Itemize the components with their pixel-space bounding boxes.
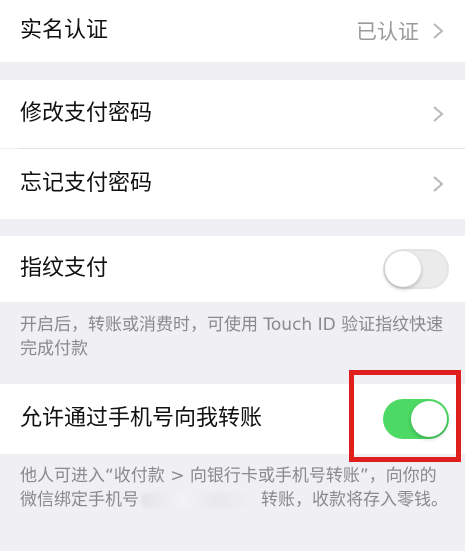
chevron-right-icon [433,176,444,192]
fingerprint-label: 指纹支付 [20,256,109,281]
phone-transfer-description-end: 转账，收款将存入零钱。 [261,490,448,510]
forgot-password-right [429,172,447,196]
redacted-phone-number [141,492,259,508]
fingerprint-toggle[interactable] [383,249,449,289]
change-password-right [429,102,447,126]
fingerprint-row: 指纹支付 [0,236,465,302]
chevron-right-icon [433,106,444,122]
phone-transfer-description: 他人可进入“收付款 > 向银行卡或手机号转账”，向你的微信绑定手机号 转账，收款将… [20,464,450,512]
toggle-knob [385,251,421,287]
real-name-row[interactable]: 实名认证 已认证 [0,0,465,62]
chevron-right-icon [433,23,444,39]
real-name-status: 已认证 [356,20,419,44]
change-password-label: 修改支付密码 [20,101,153,126]
forgot-password-row[interactable]: 忘记支付密码 [0,149,465,219]
fingerprint-description: 开启后，转账或消费时，可使用 Touch ID 验证指纹快速完成付款 [20,315,444,359]
highlight-annotation-box [349,370,461,462]
forgot-password-label: 忘记支付密码 [20,171,153,196]
change-password-row[interactable]: 修改支付密码 [0,80,465,148]
phone-transfer-label: 允许通过手机号向我转账 [20,406,263,431]
real-name-right: 已认证 [356,16,447,46]
real-name-label: 实名认证 [20,18,109,43]
